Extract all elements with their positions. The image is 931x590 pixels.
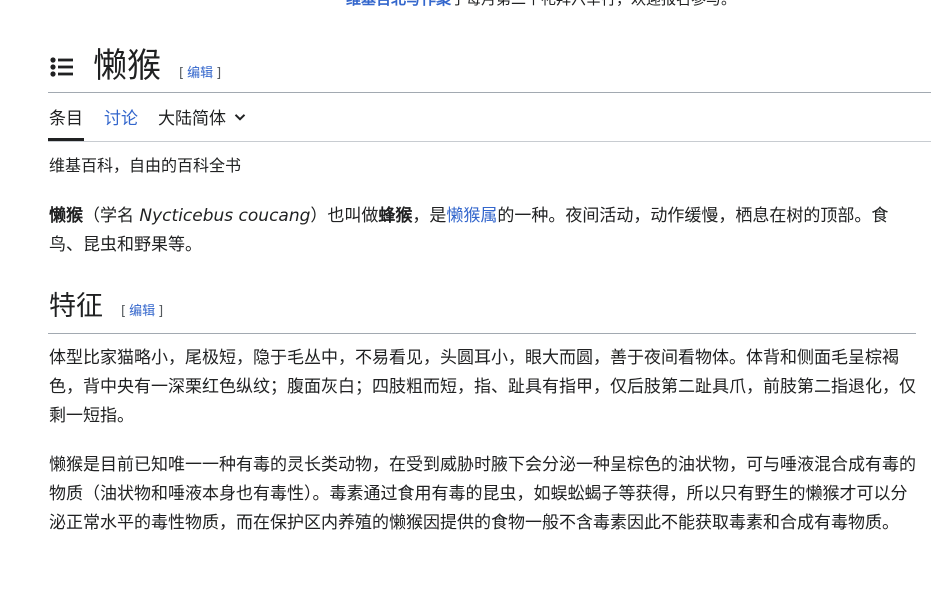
language-variant-dropdown[interactable]: 大陆简体 bbox=[158, 108, 246, 130]
section-heading: 特征 [编辑] bbox=[48, 287, 916, 334]
title-bar: 懒猴 [编辑] bbox=[48, 46, 931, 93]
page-tabs: 条目 讨论 大陆简体 bbox=[48, 94, 931, 142]
active-tab-indicator bbox=[48, 138, 84, 141]
variant-label: 大陆简体 bbox=[158, 109, 226, 129]
article-page: 维基百北写作聚于每月第二个礼拜六举行，欢迎报名参与。 懒猴 [编辑] 条目 讨论… bbox=[0, 0, 931, 590]
sci-suffix: ）也叫做 bbox=[310, 206, 379, 226]
edit-link[interactable]: 编辑 bbox=[187, 66, 213, 81]
tab-talk[interactable]: 讨论 bbox=[104, 108, 138, 130]
intro-paragraph: 懒猴（学名 Nycticebus coucang）也叫做蜂猴，是懒猴属的一种。夜… bbox=[49, 202, 917, 260]
intro-mid: ，是 bbox=[412, 206, 447, 226]
bracket-close: ] bbox=[158, 304, 164, 319]
venom-paragraph: 懒猴是目前已知唯一一种有毒的灵长类动物，在受到威胁时腋下会分泌一种呈棕色的油状物… bbox=[49, 455, 916, 533]
site-notice-link[interactable]: 维基百北写作聚 bbox=[346, 0, 451, 8]
site-notice: 维基百北写作聚于每月第二个礼拜六举行，欢迎报名参与。 bbox=[346, 0, 736, 9]
sci-prefix: （学名 bbox=[83, 206, 140, 226]
bracket-close: ] bbox=[216, 66, 222, 81]
site-notice-text: 于每月第二个礼拜六举行，欢迎报名参与。 bbox=[451, 0, 736, 8]
section-edit-link[interactable]: 编辑 bbox=[129, 304, 155, 319]
chevron-down-icon bbox=[234, 114, 246, 121]
bracket-open: [ bbox=[179, 66, 185, 81]
scientific-name: Nycticebus coucang bbox=[139, 206, 311, 226]
section-title: 特征 bbox=[49, 291, 103, 322]
genus-link[interactable]: 懒猴属 bbox=[446, 206, 497, 226]
page-title: 懒猴 bbox=[93, 46, 161, 86]
site-tagline: 维基百科，自由的百科全书 bbox=[49, 156, 242, 175]
bold-name: 懒猴 bbox=[49, 206, 83, 226]
bold-alias: 蜂猴 bbox=[378, 206, 413, 226]
section-edit: [编辑] bbox=[121, 303, 163, 321]
title-edit-section: [编辑] bbox=[179, 65, 221, 83]
bracket-open: [ bbox=[121, 304, 127, 319]
tab-article[interactable]: 条目 bbox=[49, 108, 83, 130]
features-paragraph: 体型比家猫略小，尾极短，隐于毛丛中，不易看见，头圆耳小，眼大而圆，善于夜间看物体… bbox=[49, 348, 916, 426]
list-icon[interactable] bbox=[50, 56, 74, 78]
